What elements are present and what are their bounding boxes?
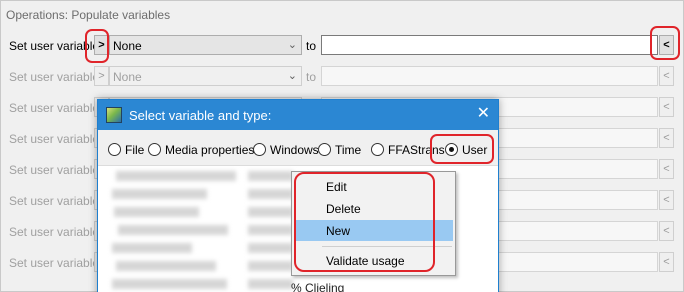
radio-circle[interactable]	[318, 143, 331, 156]
radio-label: Time	[335, 143, 362, 157]
menu-item-new[interactable]: New	[294, 220, 453, 241]
menu-separator	[322, 246, 452, 247]
row-label: Set user variable	[9, 101, 100, 115]
menu-item-label: Validate usage	[326, 254, 405, 268]
variable-row: Set user variable> None ⌄ to <	[1, 35, 684, 57]
pick-variable-button[interactable]: <	[659, 190, 674, 210]
list-item[interactable]	[112, 189, 207, 199]
radio-label: File	[125, 143, 145, 157]
list-item[interactable]	[116, 171, 236, 181]
value-input[interactable]	[321, 35, 658, 55]
menu-item-delete[interactable]: Delete	[294, 198, 453, 219]
radio-label: Windows	[270, 143, 319, 157]
pick-variable-button[interactable]: <	[659, 221, 674, 241]
variable-type-radio-group: File Media properties Windows Time FFAStrans…	[98, 130, 498, 166]
chevron-down-icon: ⌄	[287, 70, 297, 82]
list-item[interactable]	[116, 261, 216, 271]
variable-select[interactable]: None ⌄	[109, 35, 302, 55]
row-label: Set user variable	[9, 70, 100, 84]
pick-variable-button[interactable]: <	[659, 35, 674, 55]
list-item-label: % Clieling	[291, 281, 345, 292]
panel-title: Operations: Populate variables	[6, 8, 171, 22]
menu-item-label: Delete	[326, 202, 361, 216]
radio-label: Media properties	[165, 143, 255, 157]
close-icon[interactable]: ✕	[477, 105, 490, 123]
row-label: Set user variable	[9, 256, 100, 270]
menu-item-label: Edit	[326, 180, 347, 194]
list-item[interactable]	[248, 189, 293, 199]
row-label: Set user variable	[9, 132, 100, 146]
list-item[interactable]	[248, 279, 293, 289]
row-label: Set user variable	[9, 194, 100, 208]
radio-circle[interactable]	[371, 143, 384, 156]
context-menu: Edit Delete New Validate usage	[291, 171, 456, 276]
pick-variable-button[interactable]: <	[659, 66, 674, 86]
pick-variable-button[interactable]: <	[659, 97, 674, 117]
expand-button[interactable]: >	[94, 66, 109, 86]
app-icon	[106, 107, 122, 123]
row-label: Set user variable	[9, 39, 100, 53]
menu-item-validate-usage[interactable]: Validate usage	[294, 250, 453, 271]
list-item[interactable]	[118, 225, 228, 235]
list-item[interactable]	[248, 171, 293, 181]
list-item[interactable]	[248, 225, 293, 235]
radio-label: User	[462, 143, 488, 157]
list-item[interactable]	[248, 207, 293, 217]
row-label: Set user variable	[9, 225, 100, 239]
menu-item-edit[interactable]: Edit	[294, 176, 453, 197]
list-item[interactable]	[114, 207, 199, 217]
dialog-titlebar[interactable]: Select variable and type: ✕	[98, 100, 498, 130]
value-input[interactable]	[321, 66, 658, 86]
menu-item-label: New	[326, 224, 351, 238]
variable-select-value: None	[113, 39, 142, 53]
list-item[interactable]	[112, 243, 192, 253]
chevron-down-icon: ⌄	[287, 39, 297, 51]
pick-variable-button[interactable]: <	[659, 252, 674, 272]
expand-button[interactable]: >	[94, 35, 109, 55]
variable-select[interactable]: None ⌄	[109, 66, 302, 86]
radio-circle[interactable]	[253, 143, 266, 156]
to-label: to	[306, 70, 317, 84]
row-label: Set user variable	[9, 163, 100, 177]
variable-select-value: None	[113, 70, 142, 84]
list-item[interactable]	[112, 279, 227, 289]
radio-circle[interactable]	[108, 143, 121, 156]
pick-variable-button[interactable]: <	[659, 128, 674, 148]
to-label: to	[306, 39, 317, 53]
radio-circle[interactable]	[445, 143, 458, 156]
dialog-title: Select variable and type:	[129, 108, 272, 123]
list-item[interactable]	[248, 243, 293, 253]
radio-label: FFAStrans	[388, 143, 445, 157]
list-item[interactable]	[248, 261, 293, 271]
variable-row: Set user variable> None ⌄ to <	[1, 66, 684, 88]
pick-variable-button[interactable]: <	[659, 159, 674, 179]
radio-circle[interactable]	[148, 143, 161, 156]
